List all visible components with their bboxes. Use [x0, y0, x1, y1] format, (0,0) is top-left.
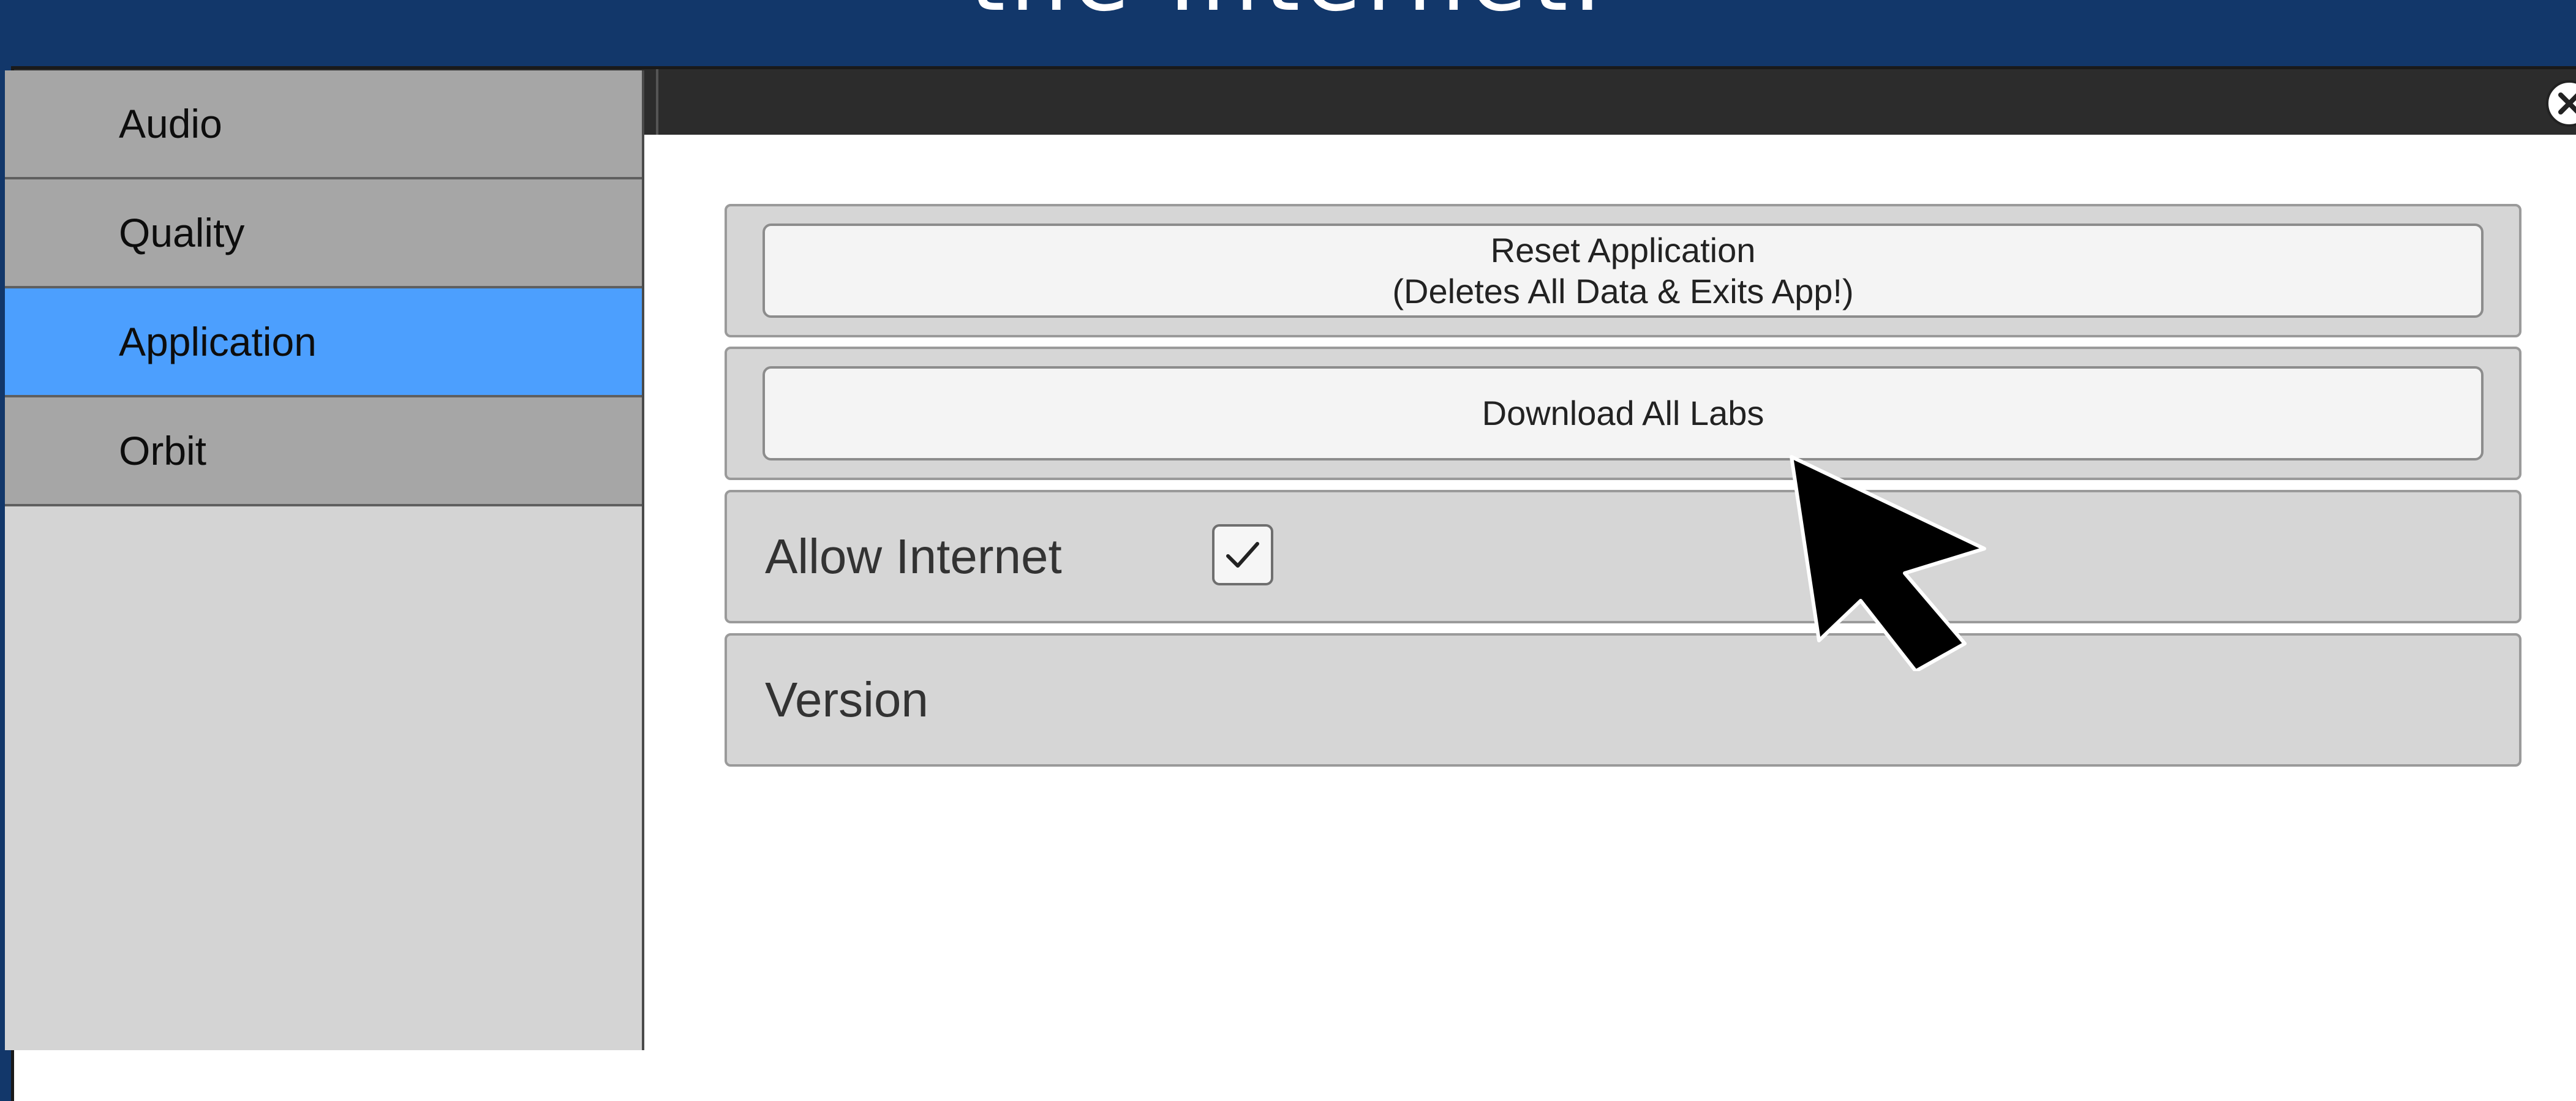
- reset-application-panel: Reset Application (Deletes All Data & Ex…: [725, 204, 2521, 337]
- sidebar-item-quality[interactable]: Quality: [5, 179, 642, 288]
- settings-sidebar: Audio Quality Application Orbit: [5, 70, 644, 1050]
- version-row: Version: [725, 633, 2521, 767]
- mouse-pointer-icon: [1790, 455, 1986, 671]
- download-button-label: Download All Labs: [1482, 394, 1764, 433]
- download-all-labs-button[interactable]: Download All Labs: [763, 366, 2484, 460]
- allow-internet-label: Allow Internet: [765, 529, 1062, 584]
- close-icon: [2558, 92, 2576, 115]
- sidebar-item-audio[interactable]: Audio: [5, 70, 642, 179]
- sidebar-item-label: Audio: [119, 101, 222, 146]
- screen: the Internet. Audio Quality Application …: [0, 0, 2576, 1101]
- sidebar-item-orbit[interactable]: Orbit: [5, 397, 642, 506]
- sidebar-item-application[interactable]: Application: [5, 288, 642, 397]
- reset-button-warning: (Deletes All Data & Exits App!): [1392, 272, 1854, 310]
- checkmark-icon: [1226, 542, 1259, 568]
- allow-internet-row: Allow Internet: [725, 490, 2521, 623]
- allow-internet-checkbox[interactable]: [1212, 524, 1273, 585]
- sidebar-item-label: Application: [119, 319, 317, 364]
- reset-application-button[interactable]: Reset Application (Deletes All Data & Ex…: [763, 224, 2484, 318]
- title-bar-divider: [656, 69, 658, 135]
- sidebar-item-label: Quality: [119, 210, 245, 255]
- reset-button-title: Reset Application: [1490, 230, 1756, 269]
- version-label: Version: [765, 672, 928, 727]
- download-labs-panel: Download All Labs: [725, 347, 2521, 480]
- slide-caption: the Internet.: [0, 0, 2576, 24]
- sidebar-item-label: Orbit: [119, 428, 207, 473]
